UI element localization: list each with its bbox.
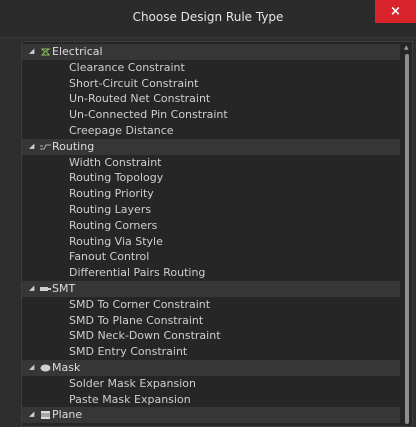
rule-type-item[interactable]: Paste Mask Expansion xyxy=(22,392,400,408)
rule-type-label: Creepage Distance xyxy=(69,123,174,137)
rule-type-item[interactable]: Clearance Constraint xyxy=(22,60,400,76)
rule-type-item[interactable]: Differential Pairs Routing xyxy=(22,265,400,281)
rule-type-label: Differential Pairs Routing xyxy=(69,266,206,280)
routing-icon xyxy=(40,144,51,150)
rule-type-label: Fanout Control xyxy=(69,250,150,264)
rule-type-label: Un-Connected Pin Constraint xyxy=(69,108,228,122)
rule-type-item[interactable]: Width Constraint xyxy=(22,155,400,171)
scroll-thumb[interactable] xyxy=(405,54,409,424)
rule-type-label: Paste Mask Expansion xyxy=(69,392,191,406)
rule-type-item[interactable]: Solder Mask Expansion xyxy=(22,376,400,392)
rule-type-label: Routing Priority xyxy=(69,187,154,201)
rule-type-label: Clearance Constraint xyxy=(69,60,185,74)
rule-type-item[interactable]: Routing Topology xyxy=(22,170,400,186)
rule-type-item[interactable]: Creepage Distance xyxy=(22,123,400,139)
rule-type-label: SMD Entry Constraint xyxy=(69,345,188,359)
rule-type-item[interactable]: Routing Layers xyxy=(22,202,400,218)
rule-type-item[interactable]: Routing Via Style xyxy=(22,234,400,250)
category-electrical[interactable]: ◢ Electrical xyxy=(22,44,400,60)
rule-type-item[interactable]: Un-Routed Net Constraint xyxy=(22,91,400,107)
rule-type-item[interactable]: Short-Circuit Constraint xyxy=(22,76,400,92)
scroll-up-icon[interactable]: ▲ xyxy=(404,44,409,51)
rule-type-label: Width Constraint xyxy=(69,155,162,169)
rule-type-item[interactable]: SMD To Plane Constraint xyxy=(22,313,400,329)
rule-type-item[interactable]: Fanout Control xyxy=(22,249,400,265)
rule-type-label: Short-Circuit Constraint xyxy=(69,76,199,90)
dialog-title: Choose Design Rule Type xyxy=(132,10,284,24)
tree-rows: ◢ Electrical Clearance Constraint Short-Cir… xyxy=(22,44,400,424)
expand-toggle-icon[interactable]: ◢ xyxy=(29,281,34,297)
rule-type-label: Routing Corners xyxy=(69,218,158,232)
category-label: Routing xyxy=(52,139,95,153)
rule-type-label: SMD Neck-Down Constraint xyxy=(69,329,221,343)
rule-type-label: Routing Topology xyxy=(69,171,164,185)
rule-type-item[interactable]: SMD To Corner Constraint xyxy=(22,297,400,313)
rule-type-item[interactable]: Routing Priority xyxy=(22,186,400,202)
rule-type-label: Solder Mask Expansion xyxy=(69,376,197,390)
rule-type-item[interactable]: Routing Corners xyxy=(22,218,400,234)
category-label: Electrical xyxy=(52,45,103,58)
mask-icon xyxy=(40,364,51,372)
category-mask[interactable]: ◢ Mask xyxy=(22,359,400,376)
rule-type-tree[interactable]: ◢ Electrical Clearance Constraint Short-Cir… xyxy=(21,41,413,427)
rule-type-label: Routing Via Style xyxy=(69,234,163,248)
expand-toggle-icon[interactable]: ◢ xyxy=(29,139,34,155)
smt-icon xyxy=(40,286,51,291)
close-button[interactable]: × xyxy=(375,0,416,23)
rule-type-item[interactable]: Un-Connected Pin Constraint xyxy=(22,107,400,123)
electrical-icon xyxy=(40,48,51,56)
expand-toggle-icon[interactable]: ◢ xyxy=(29,44,34,60)
rule-type-label: Routing Layers xyxy=(69,202,152,216)
rule-type-label: Un-Routed Net Constraint xyxy=(69,92,211,106)
dialog-titlebar: Choose Design Rule Type × xyxy=(0,0,416,38)
category-label: SMT xyxy=(52,281,76,295)
rule-type-item[interactable]: SMD Entry Constraint xyxy=(22,344,400,360)
category-label: Mask xyxy=(52,360,81,374)
rule-type-label: SMD To Corner Constraint xyxy=(69,297,211,311)
vertical-scrollbar[interactable]: ▲ xyxy=(403,44,411,424)
plane-icon xyxy=(41,411,50,420)
rule-type-item[interactable]: SMD Neck-Down Constraint xyxy=(22,328,400,344)
category-routing[interactable]: ◢ Routing xyxy=(22,138,400,155)
category-smt[interactable]: ◢ SMT xyxy=(22,280,400,297)
expand-toggle-icon[interactable]: ◢ xyxy=(29,360,34,376)
rule-type-label: SMD To Plane Constraint xyxy=(69,313,204,327)
